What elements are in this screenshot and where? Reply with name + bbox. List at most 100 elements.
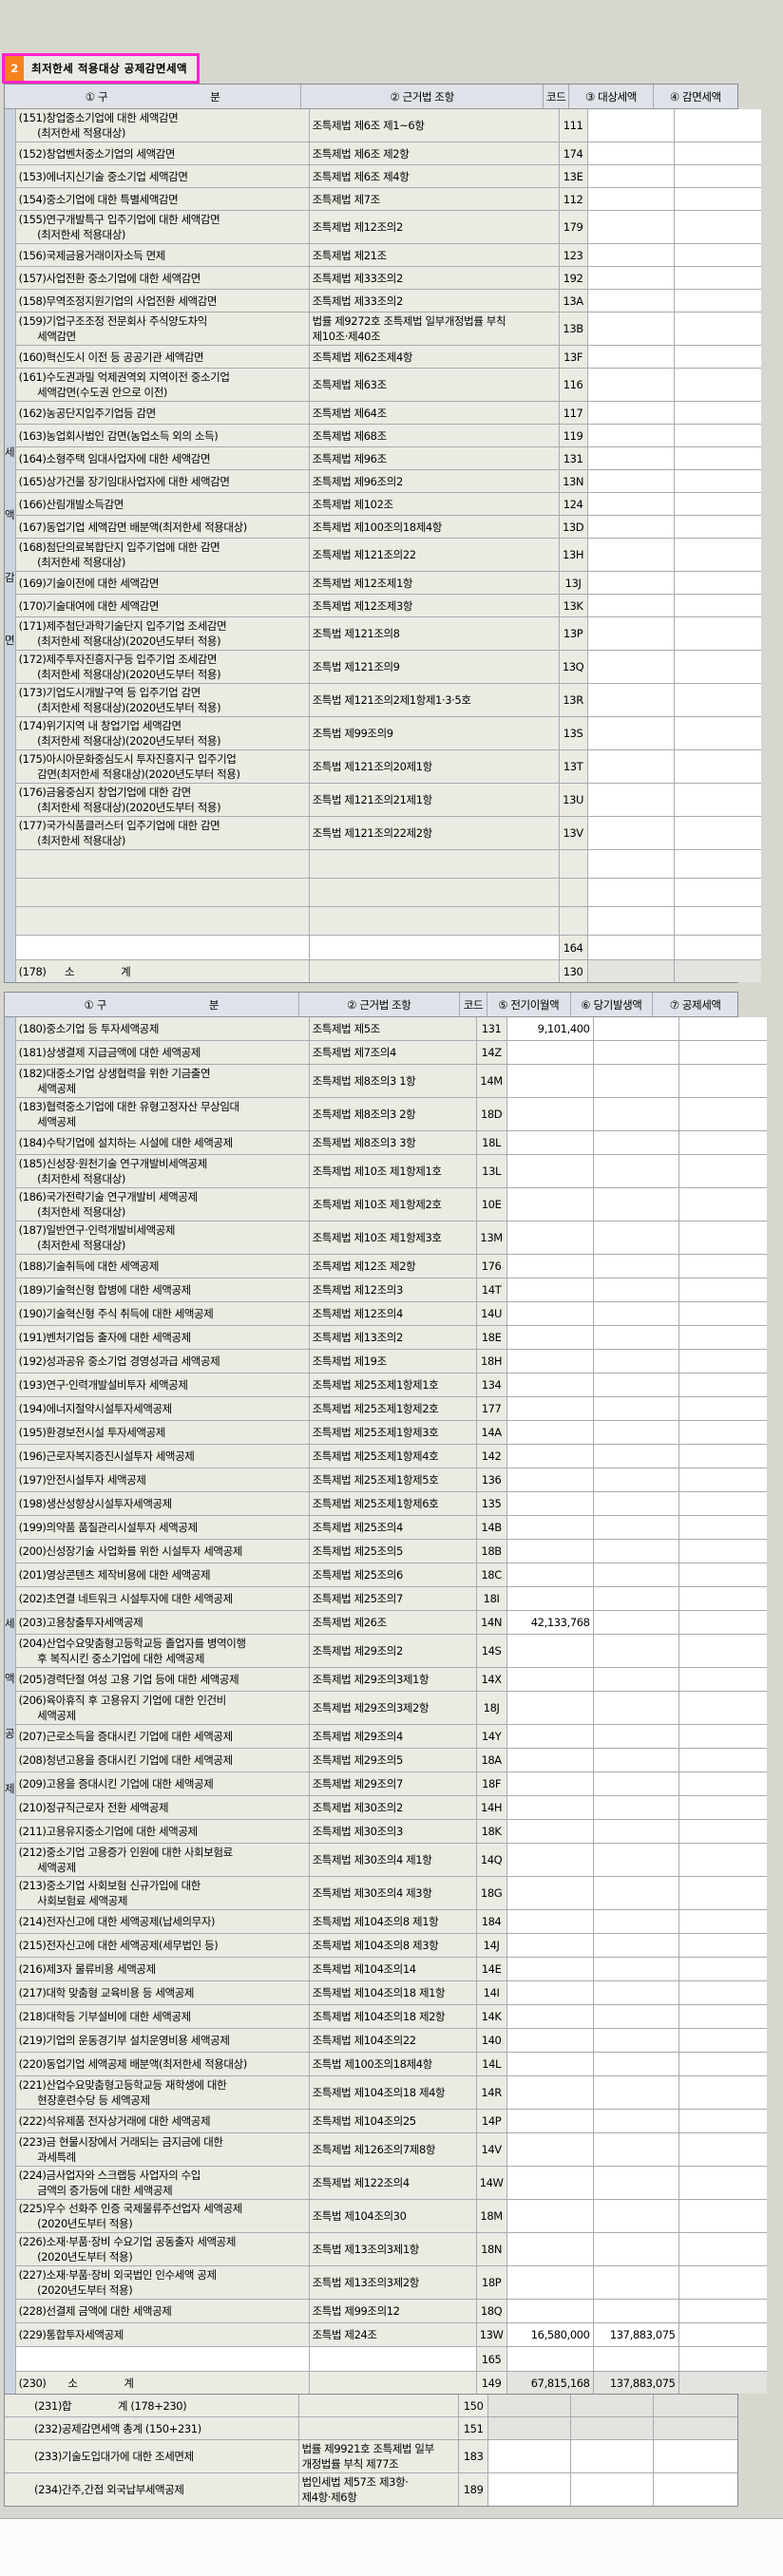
cell-value-field[interactable]	[506, 2029, 594, 2052]
cell-value-field[interactable]	[506, 2200, 594, 2232]
cell-value-field[interactable]: 9,101,400	[506, 1017, 594, 1040]
cell-value-field[interactable]	[506, 2347, 594, 2371]
cell-value-field[interactable]	[593, 1098, 679, 1130]
cell-value-field[interactable]	[593, 1749, 679, 1771]
cell-value-field[interactable]	[678, 1188, 767, 1221]
cell-value-field[interactable]	[678, 1981, 767, 2004]
cell-value-field[interactable]	[653, 2473, 738, 2506]
cell-value-field[interactable]	[506, 2053, 594, 2075]
cell-value-field[interactable]	[593, 1796, 679, 1819]
cell-value-field[interactable]	[674, 651, 761, 683]
cell-value-field[interactable]	[674, 539, 761, 571]
cell-value-field[interactable]	[593, 1017, 679, 1040]
cell-value-field[interactable]	[674, 936, 761, 959]
cell-value-field[interactable]	[506, 2266, 594, 2299]
cell-value-field[interactable]	[593, 1844, 679, 1876]
cell-value-field[interactable]	[593, 1910, 679, 1933]
cell-value-field[interactable]	[678, 1958, 767, 1980]
cell-value-field[interactable]	[587, 684, 675, 716]
cell-value-field[interactable]	[506, 1373, 594, 1396]
cell-value-field[interactable]	[593, 1563, 679, 1586]
cell-value-field[interactable]	[674, 142, 761, 164]
cell-value-field[interactable]	[593, 1222, 679, 1254]
cell-value-field[interactable]	[678, 1516, 767, 1539]
cell-value-field[interactable]	[587, 369, 675, 401]
cell-value-field[interactable]	[593, 1373, 679, 1396]
cell-value-field[interactable]	[678, 1397, 767, 1420]
cell-value-field[interactable]	[674, 907, 761, 935]
cell-value-field[interactable]	[506, 2133, 594, 2166]
cell-value-field[interactable]	[587, 539, 675, 571]
cell-value-field[interactable]: 42,133,768	[506, 1611, 594, 1634]
cell-value-field[interactable]	[593, 1540, 679, 1563]
cell-value-field[interactable]	[674, 784, 761, 816]
cell-value-field[interactable]	[593, 1255, 679, 1278]
cell-value-field[interactable]	[506, 1516, 594, 1539]
cell-value-field[interactable]	[587, 850, 675, 878]
cell-value-field[interactable]	[593, 1326, 679, 1349]
cell-value-field[interactable]	[506, 1421, 594, 1444]
cell-value-field[interactable]	[678, 2053, 767, 2075]
cell-value-field[interactable]	[678, 1279, 767, 1301]
cell-value-field[interactable]	[587, 290, 675, 312]
cell-value-field[interactable]	[674, 572, 761, 594]
cell-value-field[interactable]	[674, 850, 761, 878]
cell-value-field[interactable]	[506, 1397, 594, 1420]
cell-value-field[interactable]	[678, 1302, 767, 1325]
cell-value-field[interactable]	[593, 2029, 679, 2052]
cell-value-field[interactable]	[678, 1635, 767, 1667]
cell-value-field[interactable]	[506, 1958, 594, 1980]
cell-value-field[interactable]	[587, 572, 675, 594]
cell-value-field[interactable]	[593, 1131, 679, 1154]
cell-value-field[interactable]: 16,580,000	[506, 2323, 594, 2346]
cell-value-field[interactable]	[587, 879, 675, 906]
cell-value-field[interactable]	[506, 1772, 594, 1795]
cell-value-field[interactable]	[593, 1820, 679, 1843]
cell-value-field[interactable]	[678, 1820, 767, 1843]
cell-value-field[interactable]	[674, 817, 761, 849]
cell-value-field[interactable]	[506, 2167, 594, 2199]
cell-value-field[interactable]	[593, 1958, 679, 1980]
cell-value-field[interactable]	[587, 717, 675, 749]
cell-value-field[interactable]	[678, 1877, 767, 1909]
cell-value-field[interactable]	[678, 1492, 767, 1515]
cell-value-field[interactable]	[506, 1587, 594, 1610]
cell-value-field[interactable]	[506, 2005, 594, 2028]
cell-value-field[interactable]	[678, 1017, 767, 1040]
cell-value-field[interactable]	[587, 211, 675, 243]
cell-value-field[interactable]	[506, 1820, 594, 1843]
cell-value-field[interactable]	[678, 1350, 767, 1373]
cell-value-field[interactable]	[678, 2133, 767, 2166]
cell-value-field[interactable]	[506, 1468, 594, 1491]
cell-value-field[interactable]	[506, 1934, 594, 1957]
cell-value-field[interactable]	[587, 402, 675, 424]
cell-value-field[interactable]	[593, 1421, 679, 1444]
cell-value-field[interactable]	[587, 109, 675, 142]
cell-value-field[interactable]	[674, 516, 761, 538]
cell-value-field[interactable]	[678, 2167, 767, 2199]
cell-value-field[interactable]	[593, 2053, 679, 2075]
cell-value-field[interactable]	[506, 1222, 594, 1254]
cell-value-field[interactable]	[587, 784, 675, 816]
cell-value-field[interactable]	[593, 2266, 679, 2299]
cell-value-field[interactable]	[678, 1326, 767, 1349]
cell-value-field[interactable]	[593, 1981, 679, 2004]
cell-value-field[interactable]	[593, 2110, 679, 2132]
cell-value-field[interactable]	[593, 1302, 679, 1325]
cell-value-field[interactable]	[678, 2110, 767, 2132]
cell-value-field[interactable]	[674, 267, 761, 289]
cell-value-field[interactable]	[678, 2005, 767, 2028]
cell-value-field[interactable]	[506, 1326, 594, 1349]
cell-value-field[interactable]	[506, 1844, 594, 1876]
cell-value-field[interactable]	[506, 2233, 594, 2265]
cell-value-field[interactable]	[678, 1468, 767, 1491]
cell-value-field[interactable]	[587, 516, 675, 538]
cell-value-field[interactable]	[678, 1910, 767, 1933]
cell-value-field[interactable]	[593, 1445, 679, 1468]
cell-value-field[interactable]	[674, 470, 761, 492]
cell-value-field[interactable]: 137,883,075	[593, 2323, 679, 2346]
cell-value-field[interactable]	[678, 1725, 767, 1748]
cell-value-field[interactable]	[593, 2233, 679, 2265]
cell-value-field[interactable]	[653, 2440, 738, 2472]
cell-value-field[interactable]	[674, 244, 761, 266]
